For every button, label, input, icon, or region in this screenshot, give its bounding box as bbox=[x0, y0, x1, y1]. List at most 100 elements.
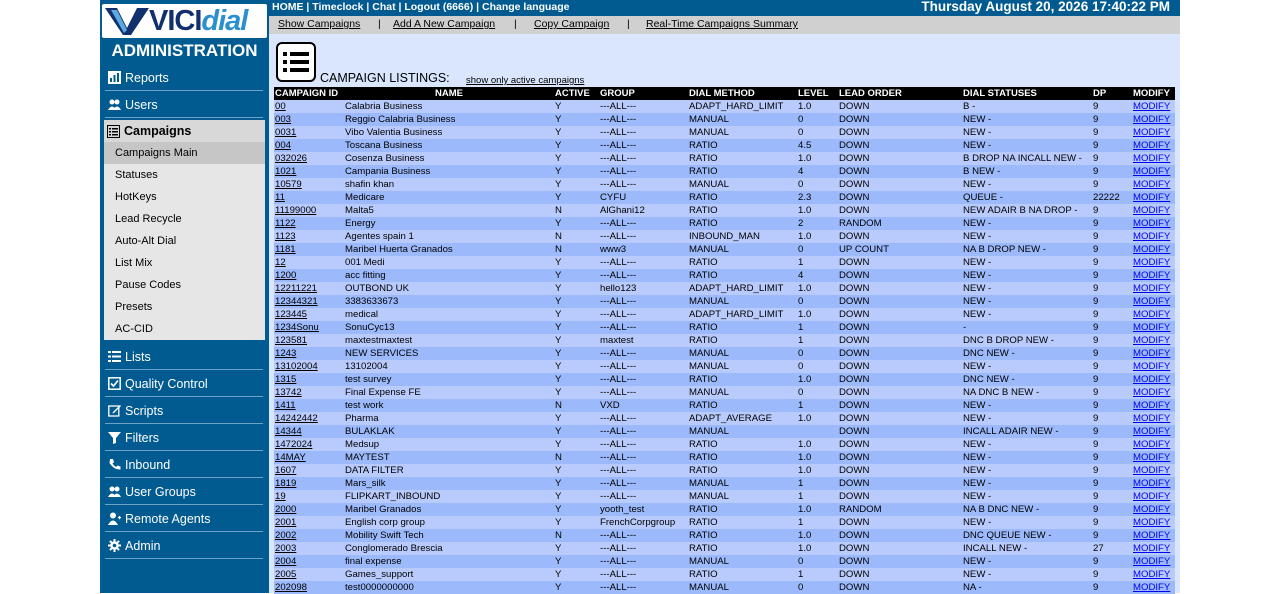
campaign-id-link[interactable]: 14MAY bbox=[274, 451, 344, 464]
logout-link[interactable]: Logout (6666) bbox=[404, 1, 473, 13]
modify-link[interactable]: MODIFY bbox=[1132, 217, 1175, 230]
campaign-id-link[interactable]: 2000 bbox=[274, 503, 344, 516]
sidebar-item-lists[interactable]: Lists bbox=[105, 344, 263, 370]
campaign-id-link[interactable]: 1181 bbox=[274, 243, 344, 256]
campaign-id-link[interactable]: 2001 bbox=[274, 516, 344, 529]
show-active-campaigns-link[interactable]: show only active campaigns bbox=[466, 75, 584, 86]
campaign-id-link[interactable]: 11199000 bbox=[274, 204, 344, 217]
sidebar-item-remote-agents[interactable]: Remote Agents bbox=[105, 506, 263, 532]
realtime-summary-link[interactable]: Real-Time Campaigns Summary bbox=[646, 18, 798, 30]
modify-link[interactable]: MODIFY bbox=[1132, 100, 1175, 113]
modify-link[interactable]: MODIFY bbox=[1132, 464, 1175, 477]
chat-link[interactable]: Chat bbox=[372, 1, 395, 13]
campaign-id-link[interactable]: 10579 bbox=[274, 178, 344, 191]
modify-link[interactable]: MODIFY bbox=[1132, 282, 1175, 295]
campaign-id-link[interactable]: 123581 bbox=[274, 334, 344, 347]
submenu-ac-cid[interactable]: AC-CID bbox=[104, 318, 265, 340]
sidebar-item-user-groups[interactable]: User Groups bbox=[105, 479, 263, 505]
campaign-id-link[interactable]: 1411 bbox=[274, 399, 344, 412]
sidebar-item-filters[interactable]: Filters bbox=[105, 425, 263, 451]
copy-campaign-link[interactable]: Copy Campaign bbox=[534, 18, 609, 30]
modify-link[interactable]: MODIFY bbox=[1132, 477, 1175, 490]
modify-link[interactable]: MODIFY bbox=[1132, 581, 1175, 594]
campaign-id-link[interactable]: 123445 bbox=[274, 308, 344, 321]
submenu-campaigns-main[interactable]: Campaigns Main bbox=[104, 142, 265, 164]
campaign-id-link[interactable]: 1472024 bbox=[274, 438, 344, 451]
sidebar-item-inbound[interactable]: Inbound bbox=[105, 452, 263, 478]
modify-link[interactable]: MODIFY bbox=[1132, 308, 1175, 321]
campaign-id-link[interactable]: 13742 bbox=[274, 386, 344, 399]
modify-link[interactable]: MODIFY bbox=[1132, 412, 1175, 425]
modify-link[interactable]: MODIFY bbox=[1132, 451, 1175, 464]
modify-link[interactable]: MODIFY bbox=[1132, 165, 1175, 178]
sidebar-item-scripts[interactable]: Scripts bbox=[105, 398, 263, 424]
submenu-list-mix[interactable]: List Mix bbox=[104, 252, 265, 274]
home-link[interactable]: HOME bbox=[272, 1, 304, 13]
campaign-id-link[interactable]: 13102004 bbox=[274, 360, 344, 373]
add-campaign-link[interactable]: Add A New Campaign bbox=[393, 18, 495, 30]
campaign-id-link[interactable]: 1200 bbox=[274, 269, 344, 282]
modify-link[interactable]: MODIFY bbox=[1132, 295, 1175, 308]
sidebar-item-admin[interactable]: Admin bbox=[105, 533, 263, 559]
submenu-presets[interactable]: Presets bbox=[104, 296, 265, 318]
campaign-id-link[interactable]: 14242442 bbox=[274, 412, 344, 425]
sidebar-item-users[interactable]: Users bbox=[105, 92, 263, 118]
modify-link[interactable]: MODIFY bbox=[1132, 360, 1175, 373]
campaign-id-link[interactable]: 2003 bbox=[274, 542, 344, 555]
campaign-id-link[interactable]: 12211221 bbox=[274, 282, 344, 295]
campaign-id-link[interactable]: 032026 bbox=[274, 152, 344, 165]
modify-link[interactable]: MODIFY bbox=[1132, 321, 1175, 334]
modify-link[interactable]: MODIFY bbox=[1132, 568, 1175, 581]
submenu-statuses[interactable]: Statuses bbox=[104, 164, 265, 186]
campaign-id-link[interactable]: 19 bbox=[274, 490, 344, 503]
campaign-id-link[interactable]: 14344 bbox=[274, 425, 344, 438]
modify-link[interactable]: MODIFY bbox=[1132, 399, 1175, 412]
modify-link[interactable]: MODIFY bbox=[1132, 256, 1175, 269]
campaign-id-link[interactable]: 2004 bbox=[274, 555, 344, 568]
modify-link[interactable]: MODIFY bbox=[1132, 529, 1175, 542]
campaign-id-link[interactable]: 1819 bbox=[274, 477, 344, 490]
modify-link[interactable]: MODIFY bbox=[1132, 191, 1175, 204]
modify-link[interactable]: MODIFY bbox=[1132, 516, 1175, 529]
modify-link[interactable]: MODIFY bbox=[1132, 373, 1175, 386]
vicidial-logo[interactable]: VICI dial bbox=[102, 4, 267, 38]
campaign-id-link[interactable]: 202098 bbox=[274, 581, 344, 594]
show-campaigns-link[interactable]: Show Campaigns bbox=[278, 18, 360, 30]
campaign-id-link[interactable]: 003 bbox=[274, 113, 344, 126]
modify-link[interactable]: MODIFY bbox=[1132, 334, 1175, 347]
modify-link[interactable]: MODIFY bbox=[1132, 139, 1175, 152]
modify-link[interactable]: MODIFY bbox=[1132, 490, 1175, 503]
change-language-link[interactable]: Change language bbox=[482, 1, 570, 13]
modify-link[interactable]: MODIFY bbox=[1132, 347, 1175, 360]
campaign-id-link[interactable]: 1021 bbox=[274, 165, 344, 178]
sidebar-item-quality-control[interactable]: Quality Control bbox=[105, 371, 263, 397]
modify-link[interactable]: MODIFY bbox=[1132, 152, 1175, 165]
sidebar-item-reports[interactable]: Reports bbox=[105, 65, 263, 91]
campaign-id-link[interactable]: 2002 bbox=[274, 529, 344, 542]
timeclock-link[interactable]: Timeclock bbox=[312, 1, 363, 13]
modify-link[interactable]: MODIFY bbox=[1132, 425, 1175, 438]
submenu-lead-recycle[interactable]: Lead Recycle bbox=[104, 208, 265, 230]
campaign-id-link[interactable]: 1607 bbox=[274, 464, 344, 477]
submenu-auto-alt-dial[interactable]: Auto-Alt Dial bbox=[104, 230, 265, 252]
modify-link[interactable]: MODIFY bbox=[1132, 438, 1175, 451]
sidebar-item-campaigns[interactable]: Campaigns bbox=[104, 120, 265, 142]
modify-link[interactable]: MODIFY bbox=[1132, 386, 1175, 399]
campaign-id-link[interactable]: 11 bbox=[274, 191, 344, 204]
campaign-id-link[interactable]: 1123 bbox=[274, 230, 344, 243]
modify-link[interactable]: MODIFY bbox=[1132, 204, 1175, 217]
campaign-id-link[interactable]: 004 bbox=[274, 139, 344, 152]
campaign-id-link[interactable]: 1315 bbox=[274, 373, 344, 386]
modify-link[interactable]: MODIFY bbox=[1132, 503, 1175, 516]
campaign-id-link[interactable]: 0031 bbox=[274, 126, 344, 139]
submenu-pause-codes[interactable]: Pause Codes bbox=[104, 274, 265, 296]
campaign-id-link[interactable]: 1234Sonu bbox=[274, 321, 344, 334]
modify-link[interactable]: MODIFY bbox=[1132, 126, 1175, 139]
modify-link[interactable]: MODIFY bbox=[1132, 243, 1175, 256]
campaign-id-link[interactable]: 1122 bbox=[274, 217, 344, 230]
campaign-id-link[interactable]: 12344321 bbox=[274, 295, 344, 308]
campaign-id-link[interactable]: 12 bbox=[274, 256, 344, 269]
campaign-id-link[interactable]: 00 bbox=[274, 100, 344, 113]
modify-link[interactable]: MODIFY bbox=[1132, 113, 1175, 126]
campaign-id-link[interactable]: 1243 bbox=[274, 347, 344, 360]
